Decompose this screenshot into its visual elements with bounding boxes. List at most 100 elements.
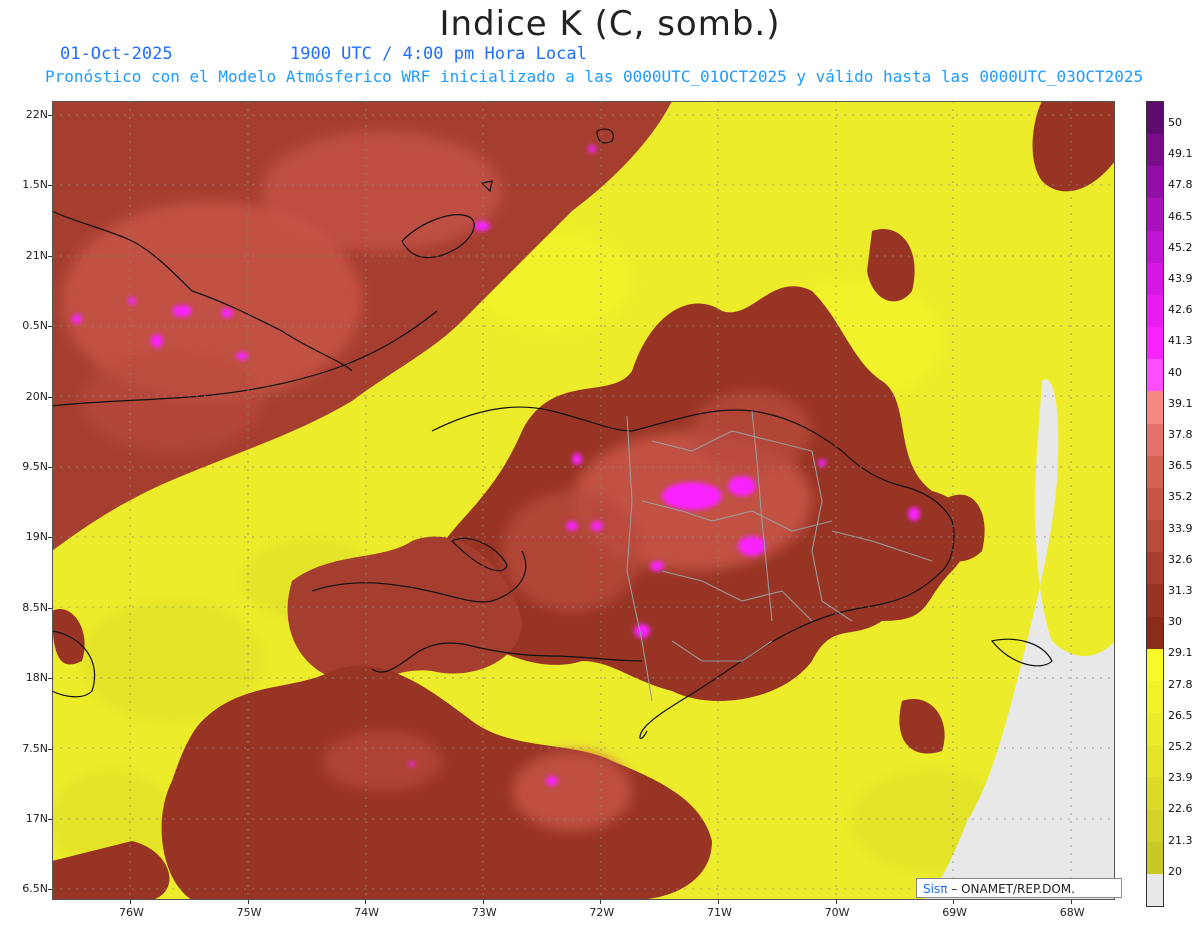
colorbar-segment bbox=[1147, 294, 1163, 328]
colorbar-label: 40 bbox=[1168, 365, 1182, 379]
colorbar-segment bbox=[1147, 166, 1163, 199]
lon-label: 71W bbox=[707, 906, 732, 919]
lon-tick bbox=[247, 900, 249, 904]
colorbar-segment bbox=[1147, 809, 1163, 843]
lon-tick bbox=[953, 900, 955, 904]
colorbar-label: 45.2 bbox=[1168, 240, 1193, 254]
lon-label: 69W bbox=[942, 906, 968, 919]
colorbar-segment bbox=[1147, 423, 1163, 457]
colorbar-label: 21.3 bbox=[1168, 833, 1193, 847]
lon-label: 70W bbox=[824, 906, 850, 919]
lon-label: 72W bbox=[589, 906, 615, 919]
colorbar-segment bbox=[1147, 841, 1163, 875]
colorbar-label: 49.1 bbox=[1168, 147, 1193, 161]
colorbar-label: 47.8 bbox=[1168, 178, 1193, 192]
colorbar-segment bbox=[1147, 680, 1163, 714]
colorbar-segment bbox=[1147, 520, 1163, 553]
colorbar bbox=[1146, 101, 1164, 907]
lon-label: 73W bbox=[471, 906, 497, 919]
colorbar-label: 35.2 bbox=[1168, 490, 1193, 504]
colorbar-segment bbox=[1147, 552, 1163, 585]
k-index-map bbox=[52, 101, 1115, 900]
colorbar-label: 32.6 bbox=[1168, 552, 1193, 566]
lon-tick bbox=[365, 900, 367, 904]
colorbar-label: 20 bbox=[1168, 864, 1182, 878]
lat-label: 0.5N bbox=[22, 319, 48, 333]
date-label: 01-Oct-2025 bbox=[60, 44, 173, 64]
colorbar-segment bbox=[1147, 359, 1163, 392]
lat-tick bbox=[48, 748, 52, 750]
time-label: 1900 UTC / 4:00 pm Hora Local bbox=[290, 44, 587, 64]
lat-tick bbox=[48, 889, 52, 891]
lat-label: 7.5N bbox=[22, 741, 48, 755]
map-title: Indice K (C, somb.) bbox=[439, 4, 781, 44]
colorbar-segment bbox=[1147, 584, 1163, 618]
colorbar-label: 26.5 bbox=[1168, 708, 1193, 722]
map-field bbox=[52, 101, 1115, 900]
lat-tick bbox=[48, 467, 52, 468]
credit-brand: Sisπ bbox=[923, 882, 948, 896]
lat-tick bbox=[48, 537, 52, 539]
colorbar-segment bbox=[1147, 230, 1163, 264]
colorbar-segment bbox=[1147, 873, 1163, 907]
credit-box: Sisπ – ONAMET/REP.DOM. bbox=[916, 878, 1122, 898]
lon-label: 76W bbox=[119, 906, 144, 919]
lat-tick bbox=[48, 396, 52, 398]
colorbar-label: 33.9 bbox=[1168, 521, 1193, 535]
lat-tick bbox=[48, 326, 52, 328]
colorbar-segment bbox=[1147, 262, 1163, 296]
lat-label: 6.5N bbox=[22, 882, 48, 896]
lon-tick bbox=[1070, 900, 1072, 904]
lat-tick bbox=[48, 115, 52, 116]
colorbar-label: 39.1 bbox=[1168, 396, 1193, 410]
colorbar-label: 46.5 bbox=[1168, 209, 1193, 223]
lat-label: 19N bbox=[25, 530, 48, 544]
colorbar-segment bbox=[1147, 198, 1163, 232]
lon-tick bbox=[718, 900, 719, 904]
colorbar-label: 41.3 bbox=[1168, 334, 1193, 348]
colorbar-label: 25.2 bbox=[1168, 740, 1193, 753]
colorbar-segment bbox=[1147, 327, 1163, 360]
colorbar-label: 22.6 bbox=[1168, 802, 1193, 816]
lat-tick bbox=[48, 678, 52, 680]
colorbar-segment bbox=[1147, 134, 1163, 167]
colorbar-segment bbox=[1147, 713, 1163, 746]
lat-tick bbox=[48, 819, 52, 820]
lat-label: 17N bbox=[25, 812, 48, 825]
colorbar-label: 36.5 bbox=[1168, 459, 1193, 473]
lat-label: 21N bbox=[25, 248, 48, 262]
colorbar-segment bbox=[1147, 487, 1163, 521]
lon-tick bbox=[835, 900, 837, 904]
lon-tick bbox=[482, 900, 484, 904]
colorbar-segment bbox=[1147, 455, 1163, 489]
colorbar-label: 23.9 bbox=[1168, 771, 1193, 785]
colorbar-segment bbox=[1147, 391, 1163, 425]
lon-tick bbox=[130, 900, 131, 904]
colorbar-label: 29.1 bbox=[1168, 646, 1193, 660]
colorbar-segment bbox=[1147, 745, 1163, 778]
lat-tick bbox=[48, 607, 52, 609]
colorbar-label: 31.3 bbox=[1168, 584, 1193, 597]
lat-label: 18N bbox=[25, 671, 48, 685]
lon-label: 68W bbox=[1059, 906, 1085, 919]
lat-tick bbox=[48, 255, 52, 257]
colorbar-label: 42.6 bbox=[1168, 303, 1193, 317]
credit-org: – ONAMET/REP.DOM. bbox=[951, 882, 1075, 896]
colorbar-label: 27.8 bbox=[1168, 677, 1193, 691]
colorbar-label: 50 bbox=[1168, 116, 1182, 129]
lat-tick bbox=[48, 185, 52, 187]
lat-label: 8.5N bbox=[22, 600, 48, 614]
colorbar-label: 30 bbox=[1168, 615, 1182, 629]
lon-label: 75W bbox=[236, 906, 262, 919]
colorbar-label: 43.9 bbox=[1168, 272, 1193, 285]
colorbar-segment bbox=[1147, 616, 1163, 650]
lon-label: 74W bbox=[354, 906, 380, 919]
colorbar-segment bbox=[1147, 648, 1163, 682]
colorbar-label: 37.8 bbox=[1168, 428, 1193, 441]
model-description: Pronóstico con el Modelo Atmósferico WRF… bbox=[45, 67, 1144, 86]
colorbar-segment bbox=[1147, 777, 1163, 811]
lat-label: 22N bbox=[25, 108, 48, 121]
lat-label: 9.5N bbox=[22, 460, 48, 473]
lon-tick bbox=[600, 900, 602, 904]
lat-label: 20N bbox=[25, 389, 48, 403]
